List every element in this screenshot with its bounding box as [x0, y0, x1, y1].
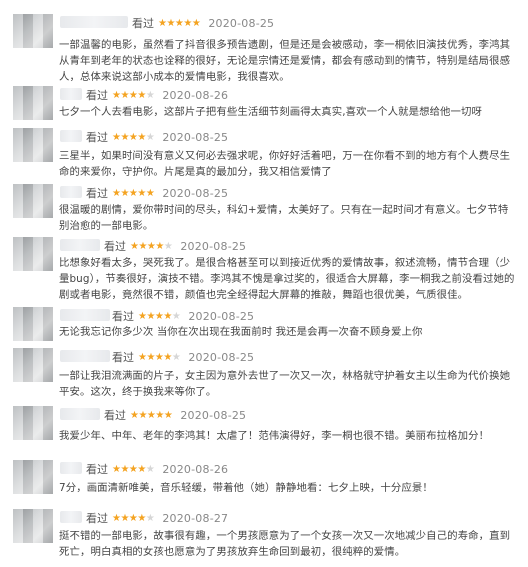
user-avatar[interactable]	[13, 307, 53, 341]
username-blurred[interactable]	[60, 462, 82, 474]
rating-stars: ★★★★★	[138, 310, 181, 322]
watched-label: 看过	[86, 512, 108, 525]
watched-label: 看过	[86, 463, 108, 476]
review-meta: 看过 ★★★★★ 2020-08-25	[112, 349, 254, 365]
user-avatar[interactable]	[13, 14, 53, 48]
username-blurred[interactable]	[60, 511, 82, 523]
username-blurred[interactable]	[60, 186, 82, 198]
rating-stars: ★★★★★	[112, 463, 155, 475]
user-avatar[interactable]	[13, 406, 53, 440]
review-date: 2020-08-25	[188, 309, 255, 323]
review-text: 挺不错的一部电影，故事很有趣，一个男孩愿意为了一个女孩一次又一次地减少自己的寿命…	[59, 530, 511, 558]
watched-label: 看过	[104, 240, 126, 253]
review-meta: 看过 ★★★★★ 2020-08-26	[86, 87, 228, 103]
review-meta: 看过 ★★★★★ 2020-08-26	[86, 461, 228, 477]
watched-label: 看过	[132, 17, 154, 30]
review-meta: 看过 ★★★★★ 2020-08-25	[104, 238, 246, 254]
review-text: 三星半，如果时间没有意义又何必去强求呢，你好好活着吧，万一在你看不到的地方有个人…	[59, 150, 511, 178]
username-blurred[interactable]	[60, 130, 82, 142]
rating-stars: ★★★★★	[130, 409, 173, 421]
review-meta: 看过 ★★★★★ 2020-08-25	[86, 185, 228, 201]
review-date: 2020-08-26	[162, 462, 229, 476]
review-list: 看过 ★★★★★ 2020-08-25 一部温馨的电影，虽然看了抖音很多预告遗剧…	[0, 0, 528, 567]
review-date: 2020-08-25	[180, 408, 247, 422]
user-avatar[interactable]	[13, 237, 53, 271]
review-date: 2020-08-25	[208, 16, 275, 30]
rating-stars: ★★★★★	[158, 17, 201, 29]
review-meta: 看过 ★★★★★ 2020-08-27	[86, 510, 228, 526]
user-avatar[interactable]	[13, 128, 53, 162]
user-avatar[interactable]	[13, 460, 53, 494]
review-text: 7分，画面清新唯美，音乐轻缓，带着他（她）静静地看：七夕上映，十分应景！	[59, 482, 433, 494]
rating-stars: ★★★★★	[138, 351, 181, 363]
rating-stars: ★★★★★	[112, 131, 155, 143]
rating-stars: ★★★★★	[112, 512, 155, 524]
user-avatar[interactable]	[13, 184, 53, 218]
username-blurred[interactable]	[60, 16, 128, 28]
review-date: 2020-08-26	[162, 88, 229, 102]
username-blurred[interactable]	[60, 309, 110, 321]
review-text: 一部温馨的电影，虽然看了抖音很多预告遗剧，但是还是会被感动，李一桐依旧演技优秀，…	[59, 39, 511, 83]
review-meta: 看过 ★★★★★ 2020-08-25	[104, 407, 246, 423]
username-blurred[interactable]	[60, 239, 100, 251]
review-date: 2020-08-25	[180, 239, 247, 253]
review-text: 七夕一个人去看电影，这部片子把有些生活细节刻画得太真实,喜欢一个人就是想给他一切…	[59, 106, 483, 118]
user-avatar[interactable]	[13, 348, 53, 382]
rating-stars: ★★★★★	[112, 187, 155, 199]
review-date: 2020-08-25	[162, 130, 229, 144]
watched-label: 看过	[112, 310, 134, 323]
review-text: 一部让我泪流满面的片子，女主因为意外去世了一次又一次，林格就守护着女主以生命为代…	[59, 370, 511, 398]
rating-stars: ★★★★★	[112, 89, 155, 101]
watched-label: 看过	[86, 89, 108, 102]
review-date: 2020-08-25	[188, 350, 255, 364]
watched-label: 看过	[104, 409, 126, 422]
review-text: 很温暖的剧情，爱你带时间的尽头，科幻+爱情，太美好了。只有在一起时间才有意义。七…	[59, 204, 509, 232]
username-blurred[interactable]	[60, 408, 100, 420]
user-avatar[interactable]	[13, 509, 53, 543]
watched-label: 看过	[86, 187, 108, 200]
username-blurred[interactable]	[60, 350, 110, 362]
review-text: 我爱少年、中年、老年的李鸿其！太虐了！范伟演得好，李一桐也很不错。美丽布拉格加分…	[59, 430, 490, 442]
watched-label: 看过	[112, 351, 134, 364]
rating-stars: ★★★★★	[130, 240, 173, 252]
watched-label: 看过	[86, 131, 108, 144]
review-date: 2020-08-27	[162, 511, 229, 525]
review-text: 比想象好看太多，哭死我了。是很合格甚至可以到接近优秀的爱情故事，叙述流畅，情节合…	[59, 257, 515, 301]
review-text: 无论我忘记你多少次 当你在次出现在我面前时 我还是会再一次奋不顾身爱上你	[59, 326, 423, 338]
user-avatar[interactable]	[13, 86, 53, 120]
review-date: 2020-08-25	[162, 186, 229, 200]
username-blurred[interactable]	[60, 88, 82, 100]
review-meta: 看过 ★★★★★ 2020-08-25	[132, 15, 274, 31]
review-meta: 看过 ★★★★★ 2020-08-25	[86, 129, 228, 145]
review-meta: 看过 ★★★★★ 2020-08-25	[112, 308, 254, 324]
